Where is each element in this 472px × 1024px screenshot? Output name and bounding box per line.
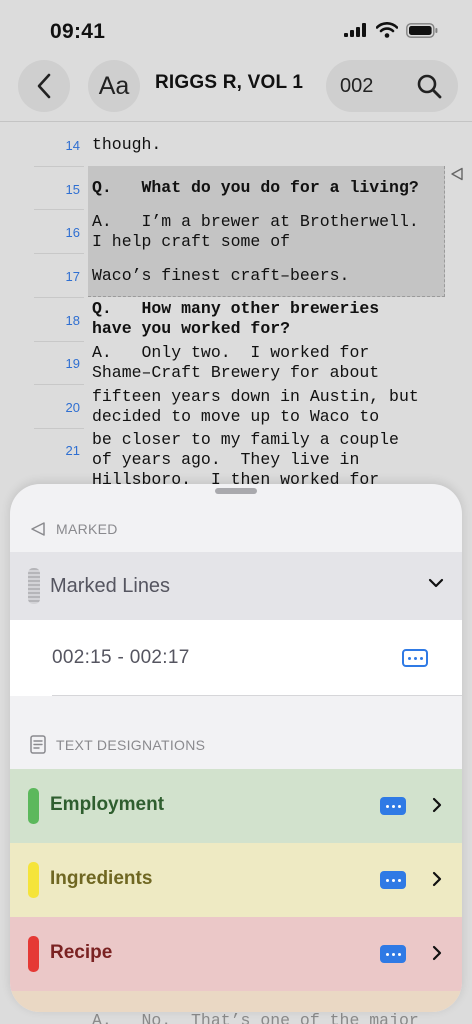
line-divider (34, 297, 84, 298)
line-text: be closer to my family a couple of years… (92, 430, 399, 489)
line-text: Q. What do you do for a living? (92, 178, 419, 197)
dot (419, 656, 423, 660)
more-options-button[interactable] (380, 945, 406, 963)
designation-label: Ingredients (50, 868, 153, 889)
line-divider (34, 253, 84, 254)
line-number: 18 (65, 313, 80, 328)
more-options-button[interactable] (402, 649, 428, 667)
dot (397, 804, 401, 808)
more-options-button[interactable] (380, 871, 406, 889)
line-number: 20 (65, 400, 80, 415)
dot (413, 656, 417, 660)
status-icons (344, 22, 438, 38)
line-text: A. No. That’s one of the major (92, 1011, 419, 1024)
designation-row-employment[interactable]: Employment (10, 769, 462, 843)
chevron-right-icon[interactable] (432, 797, 442, 813)
line-divider (34, 166, 84, 167)
designation-row-ingredients[interactable]: Ingredients (10, 843, 462, 917)
line-number: 15 (65, 182, 80, 197)
document-icon (30, 735, 46, 754)
line-text: A. I’m a brewer at Brotherwell. I help c… (92, 212, 419, 251)
cellular-signal-icon (344, 23, 366, 37)
designation-row-partial (10, 991, 462, 1012)
status-bar: 09:41 (0, 0, 472, 56)
dot (391, 952, 395, 956)
marked-lines-row[interactable]: Marked Lines (10, 552, 462, 620)
marked-section-header: MARKED (30, 521, 118, 537)
designation-label: Employment (50, 794, 165, 815)
text-designations-header: TEXT DESIGNATIONS (30, 735, 205, 754)
marked-range-row[interactable]: 002:15 - 002:17 (10, 620, 462, 696)
designation-color-swatch (28, 788, 39, 824)
row-divider (52, 695, 462, 696)
chevron-down-icon[interactable] (428, 578, 444, 588)
page-title: RIGGS R, VOL 1 (155, 72, 304, 93)
marked-section-title: MARKED (56, 521, 118, 537)
dot (385, 952, 389, 956)
more-options-button[interactable] (380, 797, 406, 815)
designation-row-recipe[interactable]: Recipe (10, 917, 462, 991)
dot (397, 952, 401, 956)
text-designations-title: TEXT DESIGNATIONS (56, 736, 206, 753)
line-number: 21 (65, 443, 80, 458)
dot (397, 878, 401, 882)
dot (407, 656, 411, 660)
battery-icon (406, 22, 438, 38)
line-number: 17 (65, 269, 80, 284)
line-number: 16 (65, 225, 80, 240)
line-divider (34, 341, 84, 342)
font-size-label: Aa (98, 71, 130, 100)
sheet-grabber[interactable] (215, 488, 257, 494)
designation-color-swatch (28, 862, 39, 898)
designation-label: Recipe (50, 942, 113, 963)
dot (385, 878, 389, 882)
drag-handle-icon[interactable] (28, 568, 40, 604)
font-size-button[interactable]: Aa (88, 60, 140, 112)
line-divider (34, 384, 84, 385)
line-number: 14 (65, 138, 80, 153)
status-time: 09:41 (50, 20, 106, 43)
chevron-right-icon[interactable] (432, 871, 442, 887)
chevron-left-icon (37, 73, 51, 99)
line-text: A. Only two. I worked for Shame–Craft Br… (92, 343, 380, 382)
page-number-button[interactable]: 002 (340, 75, 373, 98)
line-text: Waco’s finest craft–beers. (92, 266, 350, 285)
line-divider (34, 209, 84, 210)
nav-bar: Aa RIGGS R, VOL 1 002 (0, 56, 472, 122)
designation-color-swatch (28, 936, 39, 972)
dot (385, 804, 389, 808)
marker-flag-icon (31, 522, 45, 536)
marker-flag-icon[interactable] (450, 167, 464, 181)
marks-bottom-sheet[interactable]: MARKED Marked Lines 002:15 - 002:17 TEXT… (10, 484, 462, 1012)
line-text: though. (92, 135, 162, 154)
back-button[interactable] (18, 60, 70, 112)
dot (391, 804, 395, 808)
marked-range-label: 002:15 - 002:17 (52, 647, 190, 668)
dot (391, 878, 395, 882)
line-number: 19 (65, 356, 80, 371)
line-divider (34, 428, 84, 429)
page-search-pill: 002 (326, 60, 458, 112)
marked-lines-label: Marked Lines (50, 575, 171, 597)
chevron-right-icon[interactable] (432, 945, 442, 961)
wifi-icon (376, 22, 398, 38)
line-text: Q. How many other breweries have you wor… (92, 299, 380, 338)
line-text: fifteen years down in Austin, but decide… (92, 387, 419, 426)
search-icon[interactable] (416, 73, 442, 99)
